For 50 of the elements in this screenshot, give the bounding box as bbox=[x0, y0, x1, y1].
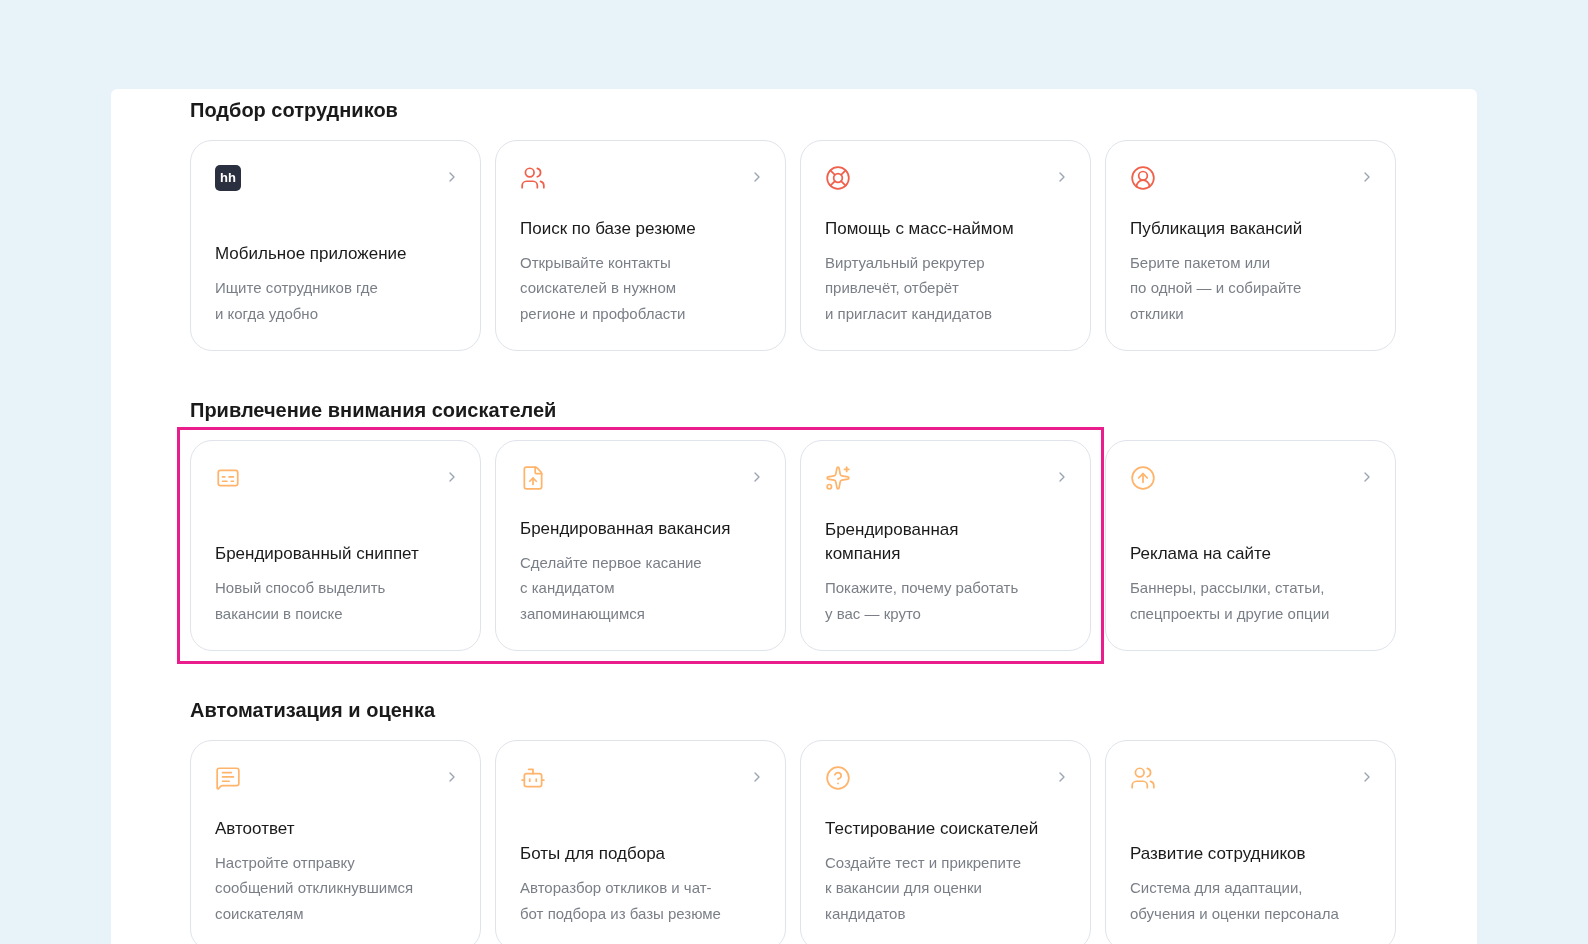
card-title: Брендированный сниппет bbox=[215, 543, 420, 565]
lifebuoy-icon bbox=[825, 165, 851, 191]
service-card[interactable]: Помощь с масс-наймом Виртуальный рекрутер привлечёт, отберёт и пригласит кандидатов bbox=[800, 140, 1091, 351]
service-card[interactable]: Реклама на сайте Баннеры, рассылки, статьи, спецпроекты и другие опции bbox=[1105, 440, 1396, 651]
card-description: Система для адаптации, обучения и оценки персонала bbox=[1130, 878, 1340, 924]
section-title: Подбор сотрудников bbox=[190, 98, 399, 122]
arrow-up-circle-icon bbox=[1130, 465, 1156, 491]
card-title: Развитие сотрудников bbox=[1130, 843, 1307, 865]
service-card[interactable]: Брендированный сниппет Новый способ выделить вакансии в поиске bbox=[190, 440, 481, 651]
card-description: Баннеры, рассылки, статьи, спецпроекты и другие опции bbox=[1130, 578, 1331, 624]
sparkles-icon bbox=[825, 465, 851, 491]
card-description: Настройте отправку сообщений откликнувшимся соискателям bbox=[215, 852, 415, 924]
service-card[interactable]: Поиск по базе резюме Открывайте контакты соискателей в нужном регионе и профобласти bbox=[495, 140, 786, 351]
card-title: Мобильное приложение bbox=[215, 243, 408, 265]
card-title: Реклама на сайте bbox=[1130, 543, 1272, 565]
service-card[interactable]: Брендированная вакансия Сделайте первое касание с кандидатом запоминающимся bbox=[495, 440, 786, 651]
service-card[interactable]: Боты для подбора Авторазбор откликов и чат- бот подбора из базы резюме bbox=[495, 740, 786, 944]
card-title: Автоответ bbox=[215, 817, 296, 840]
card-description: Авторазбор откликов и чат- бот подбора из базы резюме bbox=[520, 878, 722, 924]
card-title: Тестирование соискателей bbox=[825, 817, 1040, 840]
card-description: Сделайте первое касание с кандидатом запоминающимся bbox=[520, 552, 703, 624]
app-logo-icon: hh bbox=[215, 165, 241, 191]
card-description: Берите пакетом или по одной — и собирайте отклики bbox=[1130, 252, 1303, 324]
service-card[interactable]: Публикация вакансий Берите пакетом или по одной — и собирайте отклики bbox=[1105, 140, 1396, 351]
card-title: Публикация вакансий bbox=[1130, 217, 1304, 240]
robot-icon bbox=[520, 765, 546, 791]
card-title: Брендированная компания bbox=[825, 519, 960, 565]
user-circle-icon bbox=[1130, 165, 1156, 191]
message-icon bbox=[215, 765, 241, 791]
service-card[interactable]: Тестирование соискателей Создайте тест и прикрепите к вакансии для оценки кандидатов bbox=[800, 740, 1091, 944]
card-description: Открывайте контакты соискателей в нужном регионе и профобласти bbox=[520, 252, 687, 324]
service-card[interactable]: Брендированная компания Покажите, почему работать у вас — круто bbox=[800, 440, 1091, 651]
card-description: Новый способ выделить вакансии в поиске bbox=[215, 578, 387, 624]
file-upload-icon bbox=[520, 465, 546, 491]
card-description: Ищите сотрудников где и когда удобно bbox=[215, 278, 379, 324]
users-icon bbox=[1130, 765, 1156, 791]
card-title: Боты для подбора bbox=[520, 843, 667, 865]
service-card[interactable]: hh Мобильное приложение Ищите сотрудников где и когда удобно bbox=[190, 140, 481, 351]
card-title: Помощь с масс-наймом bbox=[825, 217, 1015, 240]
card-description: Виртуальный рекрутер привлечёт, отберёт и пригласит кандидатов bbox=[825, 252, 993, 324]
card-description: Создайте тест и прикрепите к вакансии для оценки кандидатов bbox=[825, 852, 1022, 924]
service-card[interactable]: Автоответ Настройте отправку сообщений откликнувшимся соискателям bbox=[190, 740, 481, 944]
card-title: Брендированная вакансия bbox=[520, 517, 732, 540]
service-card[interactable]: Развитие сотрудников Система для адаптации, обучения и оценки персонала bbox=[1105, 740, 1396, 944]
card-title: Поиск по базе резюме bbox=[520, 217, 697, 240]
help-icon bbox=[825, 765, 851, 791]
section-title: Привлечение внимания соискателей bbox=[190, 398, 558, 422]
users-icon bbox=[520, 165, 546, 191]
section-title: Автоматизация и оценка bbox=[190, 698, 437, 722]
card-description: Покажите, почему работать у вас — круто bbox=[825, 578, 1020, 624]
